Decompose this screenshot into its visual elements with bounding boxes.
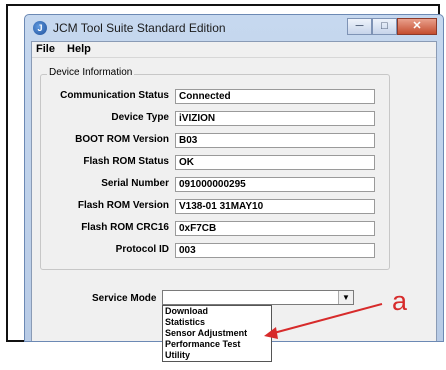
flash-rom-version-value: V138-01 31MAY10 [175, 199, 375, 214]
flash-rom-crc16-label: Flash ROM CRC16 [81, 222, 169, 233]
communication-status-label: Communication Status [60, 90, 169, 101]
minimize-button[interactable]: ─ [347, 18, 372, 35]
info-row: Flash ROM CRC16 0xF7CB [41, 221, 391, 237]
chevron-down-icon[interactable]: ▼ [338, 291, 353, 304]
service-mode-select[interactable]: ▼ [162, 290, 354, 305]
boot-rom-version-value: B03 [175, 133, 375, 148]
serial-number-label: Serial Number [101, 178, 169, 189]
flash-rom-status-label: Flash ROM Status [83, 156, 169, 167]
option-performance-test[interactable]: Performance Test [163, 339, 271, 350]
callout-label: a [392, 286, 408, 316]
communication-status-value: Connected [175, 89, 375, 104]
info-row: Flash ROM Version V138-01 31MAY10 [41, 199, 391, 215]
window-title: JCM Tool Suite Standard Edition [53, 21, 226, 35]
device-information-legend: Device Information [47, 67, 135, 78]
menu-help[interactable]: Help [67, 43, 91, 55]
device-type-label: Device Type [111, 112, 169, 123]
info-row: Device Type iVIZION [41, 111, 391, 127]
protocol-id-label: Protocol ID [115, 244, 169, 255]
jcm-app-icon: J [33, 21, 47, 35]
service-mode-dropdown-list: Download Statistics Sensor Adjustment Pe… [162, 305, 272, 362]
info-row: Communication Status Connected [41, 89, 391, 105]
device-information-group: Device Information Communication Status … [40, 67, 391, 270]
info-row: Flash ROM Status OK [41, 155, 391, 171]
option-statistics[interactable]: Statistics [163, 317, 271, 328]
option-sensor-adjustment[interactable]: Sensor Adjustment [163, 328, 271, 339]
close-icon: ✕ [412, 20, 422, 32]
info-row: BOOT ROM Version B03 [41, 133, 391, 149]
menu-file[interactable]: File [36, 43, 55, 55]
flash-rom-version-label: Flash ROM Version [77, 200, 169, 211]
minimize-icon: ─ [355, 20, 364, 32]
flash-rom-status-value: OK [175, 155, 375, 170]
title-bar[interactable]: J JCM Tool Suite Standard Edition ─ □ ✕ [25, 15, 443, 41]
info-row: Protocol ID 003 [41, 243, 391, 259]
close-button[interactable]: ✕ [397, 18, 437, 35]
maximize-icon: □ [381, 20, 388, 32]
option-download[interactable]: Download [163, 306, 271, 317]
info-row: Serial Number 091000000295 [41, 177, 391, 193]
option-utility[interactable]: Utility [163, 350, 271, 361]
maximize-button[interactable]: □ [372, 18, 397, 35]
device-type-value: iVIZION [175, 111, 375, 126]
client-area: File Help Device Information Communicati… [31, 41, 437, 362]
flash-rom-crc16-value: 0xF7CB [175, 221, 375, 236]
menu-bar: File Help [32, 42, 436, 58]
serial-number-value: 091000000295 [175, 177, 375, 192]
boot-rom-version-label: BOOT ROM Version [75, 134, 169, 145]
app-window: J JCM Tool Suite Standard Edition ─ □ ✕ … [24, 14, 444, 362]
service-mode-label: Service Mode [92, 293, 157, 304]
protocol-id-value: 003 [175, 243, 375, 258]
